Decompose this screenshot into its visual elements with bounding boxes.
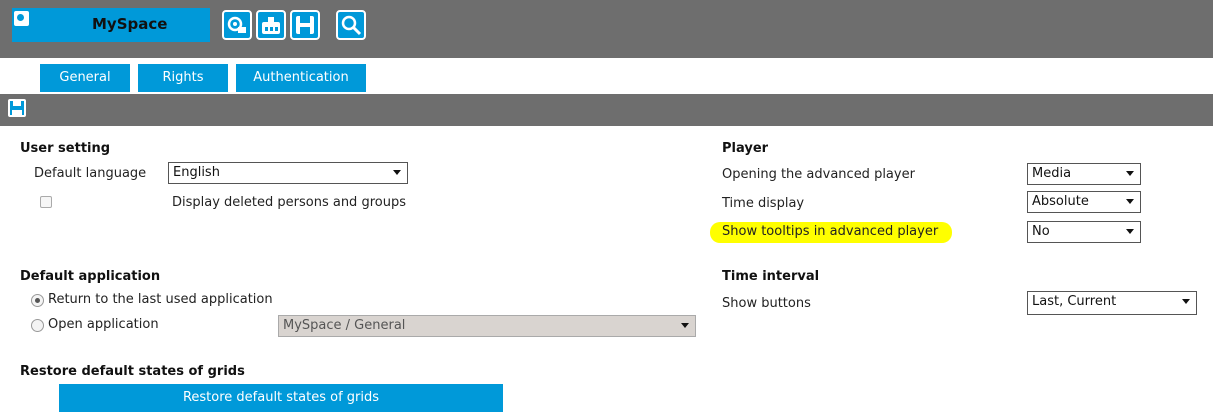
- open-application-value: MySpace / General: [283, 318, 406, 333]
- default-language-label: Default language: [34, 166, 147, 181]
- tooltips-label: Show tooltips in advanced player: [710, 222, 953, 243]
- chevron-down-icon: [393, 170, 401, 175]
- radio-last-used-label: Return to the last used application: [48, 292, 273, 307]
- default-language-value: English: [173, 165, 220, 180]
- opening-player-select[interactable]: Media: [1027, 163, 1141, 185]
- user-setting-heading: User setting: [20, 141, 111, 156]
- show-buttons-label: Show buttons: [722, 296, 811, 311]
- action-strip: [0, 94, 1213, 126]
- chevron-down-icon: [1182, 299, 1190, 304]
- search-icon[interactable]: [336, 10, 366, 40]
- time-display-label: Time display: [722, 196, 805, 211]
- app-icon: [14, 11, 29, 26]
- player-heading: Player: [722, 141, 769, 156]
- default-application-heading: Default application: [20, 269, 161, 284]
- opening-player-value: Media: [1032, 166, 1072, 181]
- tab-authentication[interactable]: Authentication: [236, 64, 366, 92]
- show-buttons-select[interactable]: Last, Current: [1027, 291, 1197, 315]
- default-language-select[interactable]: English: [168, 162, 408, 184]
- tooltips-value: No: [1032, 224, 1050, 239]
- chevron-down-icon: [1126, 199, 1134, 204]
- time-interval-heading: Time interval: [722, 269, 820, 284]
- tab-general[interactable]: General: [40, 64, 130, 92]
- chevron-down-icon: [1126, 171, 1134, 176]
- show-buttons-value: Last, Current: [1032, 294, 1117, 309]
- camera-icon[interactable]: [222, 10, 252, 40]
- grid-icon[interactable]: [256, 10, 286, 40]
- open-application-select: MySpace / General: [278, 315, 696, 337]
- display-deleted-label: Display deleted persons and groups: [172, 195, 406, 210]
- time-display-value: Absolute: [1032, 194, 1089, 209]
- display-deleted-checkbox[interactable]: [40, 196, 52, 208]
- tab-rights[interactable]: Rights: [138, 64, 228, 92]
- app-title: MySpace: [92, 15, 168, 33]
- restore-button[interactable]: Restore default states of grids: [59, 384, 503, 412]
- chevron-down-icon: [1126, 229, 1134, 234]
- floppy-icon[interactable]: [290, 10, 320, 40]
- opening-player-label: Opening the advanced player: [722, 167, 915, 182]
- restore-heading: Restore default states of grids: [20, 364, 245, 379]
- time-display-select[interactable]: Absolute: [1027, 191, 1141, 213]
- tooltips-select[interactable]: No: [1027, 221, 1141, 243]
- radio-open-application-label: Open application: [48, 317, 159, 332]
- save-icon[interactable]: [8, 99, 26, 117]
- radio-open-application[interactable]: [31, 319, 44, 332]
- chevron-down-icon: [681, 323, 689, 328]
- radio-last-used[interactable]: [31, 294, 44, 307]
